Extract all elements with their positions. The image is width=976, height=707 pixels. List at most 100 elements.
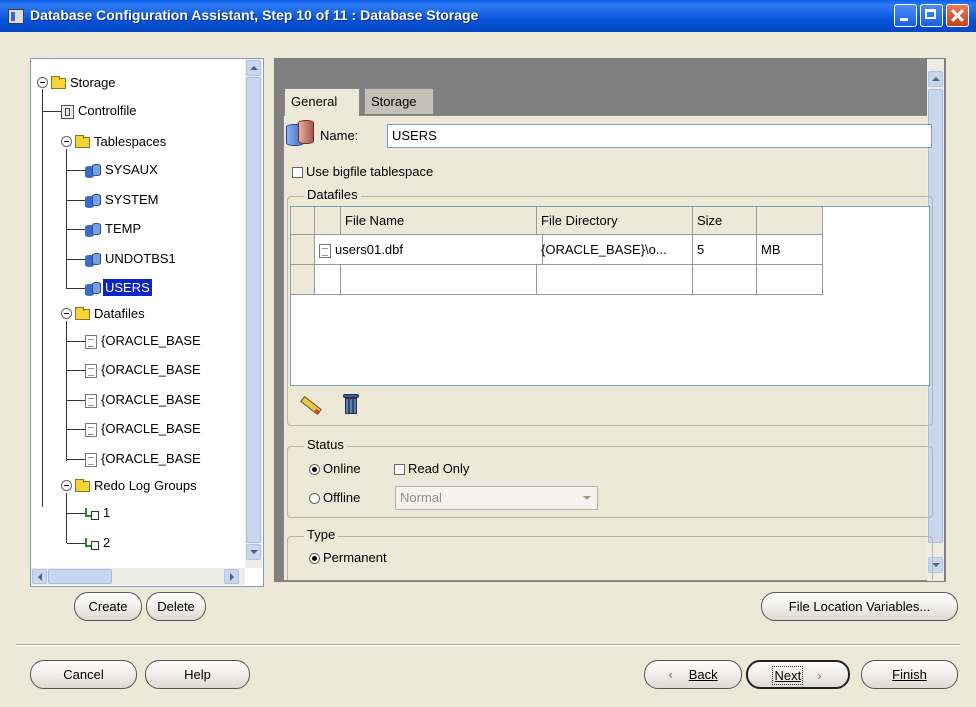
folder-icon — [75, 307, 90, 321]
tree-node-redo-group[interactable]: 2 — [85, 532, 112, 554]
tree-node-datafile[interactable]: {ORACLE_BASE — [85, 330, 203, 352]
offline-radio[interactable] — [309, 493, 320, 505]
table-cell-file-name[interactable]: users01.dbf — [315, 235, 543, 265]
collapse-icon[interactable] — [61, 480, 72, 491]
tree-node-datafile[interactable]: {ORACLE_BASE — [85, 359, 203, 381]
online-radio[interactable] — [309, 464, 320, 476]
table-cell[interactable] — [341, 265, 537, 295]
datafile-icon — [85, 363, 97, 378]
tree-node-redo-log-groups[interactable]: Redo Log Groups — [75, 475, 199, 497]
finish-label: Finish — [892, 667, 927, 682]
tree-vertical-scrollbar[interactable] — [245, 59, 262, 568]
collapse-icon[interactable] — [61, 308, 72, 319]
tree-label: {ORACLE_BASE — [101, 451, 201, 466]
tree-node-datafile[interactable]: {ORACLE_BASE — [85, 389, 203, 411]
tablespace-icon — [85, 163, 101, 178]
tree-connector — [67, 429, 85, 430]
scroll-thumb[interactable] — [246, 77, 261, 543]
storage-tree[interactable]: Storage Controlfile Tablespaces SYSAUX S… — [30, 58, 264, 587]
tree-node-redo-group[interactable]: 1 — [85, 502, 112, 524]
column-header-file-directory[interactable]: File Directory — [537, 207, 693, 235]
tree-label: SYSTEM — [105, 192, 159, 207]
row-header[interactable] — [291, 265, 315, 295]
table-cell-unit[interactable]: MB — [757, 235, 823, 265]
tree-label: Redo Log Groups — [94, 478, 197, 493]
permanent-radio[interactable] — [309, 553, 320, 565]
offline-label: Offline — [323, 490, 361, 505]
close-button[interactable] — [946, 4, 969, 27]
column-header-file-name[interactable]: File Name — [341, 207, 537, 235]
tree-connector — [67, 288, 85, 289]
offline-option[interactable]: Offline — [309, 490, 360, 506]
tree-node-datafiles[interactable]: Datafiles — [75, 303, 147, 325]
finish-button[interactable]: Finish — [861, 660, 958, 689]
tree-label: {ORACLE_BASE — [101, 421, 201, 436]
scroll-down-button[interactable] — [246, 544, 261, 560]
table-cell-file-directory[interactable]: {ORACLE_BASE}\o... — [537, 235, 693, 265]
tree-label: {ORACLE_BASE — [101, 362, 201, 377]
trash-icon[interactable] — [343, 393, 359, 415]
tab-general[interactable]: General — [284, 88, 360, 116]
collapse-icon[interactable] — [61, 136, 72, 147]
back-arrow-icon: ‹ — [668, 667, 673, 682]
minimize-button[interactable] — [894, 4, 917, 27]
tree-node-system[interactable]: SYSTEM — [85, 189, 160, 211]
tree-node-users[interactable]: USERS — [85, 277, 153, 299]
tree-node-sysaux[interactable]: SYSAUX — [85, 159, 160, 181]
offline-mode-select[interactable]: Normal — [395, 486, 598, 510]
tree-label: TEMP — [105, 221, 142, 236]
bigfile-option[interactable]: Use bigfile tablespace — [292, 164, 433, 180]
dialog-window: Database Configuration Assistant, Step 1… — [0, 0, 976, 707]
scroll-right-button[interactable] — [224, 569, 239, 584]
tree-node-tablespaces[interactable]: Tablespaces — [75, 131, 168, 153]
scroll-left-button[interactable] — [32, 569, 47, 584]
create-button[interactable]: Create — [74, 592, 142, 621]
table-cell[interactable] — [757, 265, 823, 295]
scroll-up-button[interactable] — [246, 60, 261, 76]
next-button[interactable]: Next › — [746, 660, 850, 689]
tree-node-controlfile[interactable]: Controlfile — [61, 100, 139, 122]
file-location-variables-button[interactable]: File Location Variables... — [761, 592, 958, 621]
table-cell[interactable] — [693, 265, 757, 295]
cancel-button[interactable]: Cancel — [30, 660, 137, 689]
folder-icon — [75, 479, 90, 493]
folder-icon — [75, 135, 90, 149]
tree-connector — [66, 493, 67, 543]
tree-connector — [42, 89, 43, 507]
tab-storage[interactable]: Storage — [364, 88, 434, 114]
name-field[interactable]: USERS — [387, 124, 932, 148]
column-header-unit[interactable] — [757, 207, 823, 235]
title-bar[interactable]: Database Configuration Assistant, Step 1… — [0, 0, 976, 32]
table-cell[interactable] — [537, 265, 693, 295]
table-cell[interactable] — [315, 265, 341, 295]
scroll-up-button[interactable] — [928, 71, 943, 87]
help-button[interactable]: Help — [145, 660, 250, 689]
tree-node-temp[interactable]: TEMP — [85, 218, 143, 240]
tree-node-datafile[interactable]: {ORACLE_BASE — [85, 448, 203, 470]
back-button[interactable]: ‹ Back — [644, 660, 742, 689]
tree-node-undotbs1[interactable]: UNDOTBS1 — [85, 248, 178, 270]
column-header-size[interactable]: Size — [693, 207, 757, 235]
edit-icon[interactable] — [298, 393, 322, 415]
tree-connector — [67, 543, 85, 544]
read-only-option[interactable]: Read Only — [394, 461, 469, 477]
datafiles-table[interactable]: File Name File Directory Size users01.db… — [290, 206, 930, 386]
table-cell-size[interactable]: 5 — [693, 235, 757, 265]
read-only-checkbox[interactable] — [394, 464, 405, 476]
delete-button[interactable]: Delete — [146, 592, 206, 621]
collapse-icon[interactable] — [37, 77, 48, 88]
tree-label: 1 — [103, 505, 111, 520]
type-group-title: Type — [304, 528, 339, 542]
maximize-button[interactable] — [920, 4, 943, 27]
tree-horizontal-scrollbar[interactable] — [31, 568, 245, 585]
bigfile-checkbox[interactable] — [292, 167, 303, 179]
tree-connector — [43, 111, 61, 112]
row-header[interactable] — [291, 235, 315, 265]
online-option[interactable]: Online — [309, 461, 361, 477]
tree-node-storage[interactable]: Storage — [51, 72, 118, 94]
scroll-thumb[interactable] — [48, 569, 112, 584]
tree-connector — [67, 229, 85, 230]
tree-node-datafile[interactable]: {ORACLE_BASE — [85, 418, 203, 440]
folder-icon — [51, 76, 66, 90]
permanent-option[interactable]: Permanent — [309, 550, 387, 566]
